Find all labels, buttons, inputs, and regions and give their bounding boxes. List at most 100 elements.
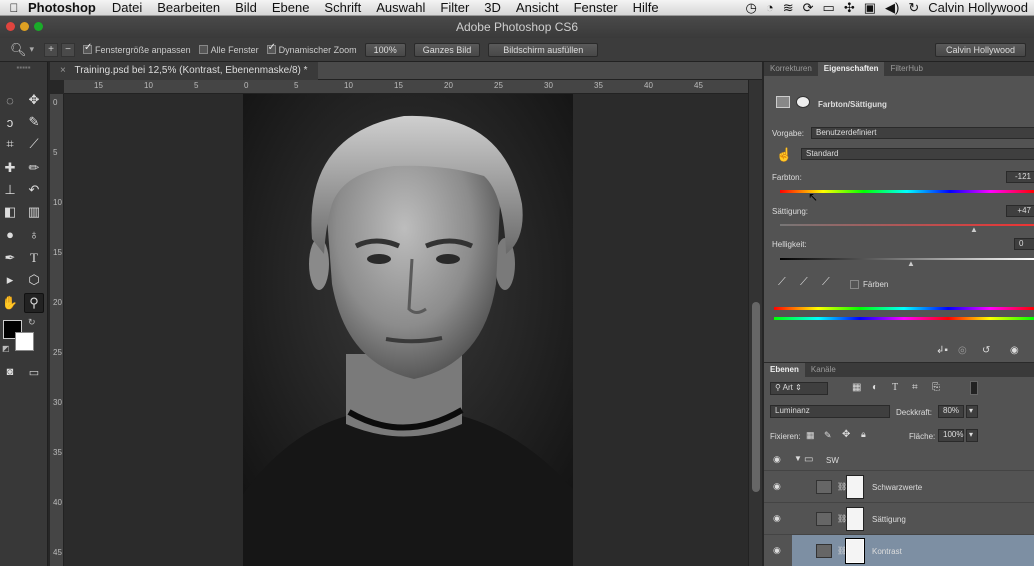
vertical-ruler[interactable]: 0 5 10 15 20 25 30 35 40 45 (50, 94, 64, 566)
eyedropper-tool-icon[interactable]: ⟋ (24, 134, 44, 154)
zoom-in-icon[interactable]: + (44, 42, 59, 57)
vertical-scrollbar[interactable] (748, 80, 762, 566)
tool-preset-dropdown-icon[interactable]: ▾ (30, 44, 35, 55)
blur-tool-icon[interactable]: ● (0, 224, 20, 244)
path-selection-tool-icon[interactable]: ▸ (0, 270, 20, 290)
lock-position-icon[interactable]: ✥ (842, 429, 850, 440)
lightness-value-field[interactable]: 0 (1014, 238, 1034, 250)
layer-name[interactable]: Kontrast (872, 547, 902, 556)
volume-icon[interactable]: ◀) (885, 0, 899, 15)
eyedropper-sample-icon[interactable]: ⟋ (778, 276, 786, 289)
layer-name[interactable]: Schwarzwerte (872, 483, 922, 492)
swap-colors-icon[interactable]: ↻ (28, 317, 36, 328)
targeted-adjustment-hand-icon[interactable]: ☝ (776, 147, 792, 163)
fill-field[interactable]: 100% (938, 429, 964, 442)
minimize-window-icon[interactable] (20, 22, 29, 31)
gradient-tool-icon[interactable]: ▥ (24, 202, 44, 222)
layer-mask-thumbnail[interactable] (845, 538, 865, 564)
dodge-tool-icon[interactable]: ♁ (24, 224, 44, 244)
crop-tool-icon[interactable]: ⌗ (0, 134, 20, 154)
document-tab[interactable]: × Training.psd bei 12,5% (Kontrast, Eben… (50, 62, 318, 80)
flag-icon[interactable]: ▣ (864, 0, 876, 15)
menu-fenster[interactable]: Fenster (574, 0, 618, 15)
tools-grip[interactable]: ▪▪▪▪▪ (0, 62, 47, 72)
tab-kanaele[interactable]: Kanäle (805, 363, 842, 377)
view-previous-icon[interactable]: ◎ (958, 345, 967, 356)
visibility-eye-icon[interactable]: ◉ (773, 454, 785, 464)
menu-bild[interactable]: Bild (235, 0, 257, 15)
saturation-slider-track[interactable] (780, 224, 1034, 226)
quick-mask-icon[interactable]: ◙ (0, 362, 20, 382)
layer-mask-thumbnail[interactable] (846, 507, 864, 531)
menu-datei[interactable]: Datei (112, 0, 142, 15)
opacity-slider-toggle[interactable]: ▾ (966, 405, 978, 418)
healing-brush-tool-icon[interactable]: ✚ (0, 158, 20, 178)
zoom-window-icon[interactable] (34, 22, 43, 31)
horizontal-ruler[interactable]: 15 10 5 0 5 10 15 20 25 30 35 40 45 (64, 80, 748, 94)
visibility-eye-icon[interactable]: ◉ (773, 513, 785, 523)
eraser-tool-icon[interactable]: ◧ (0, 202, 20, 222)
visibility-eye-icon[interactable]: ◉ (773, 481, 785, 491)
sync-icon[interactable]: ⟳ (803, 0, 814, 15)
close-document-icon[interactable]: × (60, 65, 66, 76)
refresh-icon[interactable]: ↻ (908, 0, 919, 15)
hand-tool-icon[interactable]: ✋ (0, 293, 20, 313)
display-icon[interactable]: ▭ (823, 0, 835, 15)
menu-filter[interactable]: Filter (440, 0, 469, 15)
network-icon[interactable]: ✣ (844, 0, 855, 15)
timemachine-icon[interactable]: ◔ (766, 0, 774, 15)
zoom-out-icon[interactable]: − (61, 42, 76, 57)
scrollbar-thumb[interactable] (752, 302, 760, 492)
toggle-visibility-icon[interactable]: ◉ (1010, 345, 1019, 356)
tab-eigenschaften[interactable]: Eigenschaften (817, 62, 885, 76)
clone-stamp-tool-icon[interactable]: ⊥ (0, 180, 20, 200)
fill-screen-button[interactable]: Bildschirm ausfüllen (488, 42, 599, 57)
menu-app-name[interactable]: Photoshop (28, 0, 96, 15)
menu-ansicht[interactable]: Ansicht (516, 0, 559, 15)
preset-dropdown[interactable]: Benutzerdefiniert (811, 127, 1034, 139)
lock-pixels-icon[interactable]: ✎ (824, 430, 832, 441)
menu-hilfe[interactable]: Hilfe (633, 0, 659, 15)
hue-value-field[interactable]: -121 (1006, 171, 1034, 183)
close-window-icon[interactable] (6, 22, 15, 31)
menu-ebene[interactable]: Ebene (272, 0, 310, 15)
zoom-tool-icon[interactable]: 🔍︎ (10, 42, 27, 58)
eyedropper-plus-icon[interactable]: ⟋ (800, 276, 808, 289)
marquee-tool-icon[interactable]: ◌ (0, 90, 20, 110)
layer-row[interactable]: ◉ ⛓ Schwarzwerte (764, 471, 1034, 503)
tab-filterhub[interactable]: FilterHub (884, 62, 928, 76)
lock-transparency-icon[interactable]: ▦ (806, 430, 815, 441)
filter-pixel-icon[interactable]: ▦ (852, 382, 861, 393)
visibility-eye-icon[interactable]: ◉ (773, 545, 785, 555)
filter-toggle-switch[interactable] (970, 381, 978, 395)
saturation-value-field[interactable]: +47 (1006, 205, 1034, 217)
filter-smartobject-icon[interactable]: ⎘ (932, 382, 940, 393)
clip-to-layer-icon[interactable]: ↲▪ (936, 345, 948, 356)
type-tool-icon[interactable]: T (24, 248, 44, 268)
zoom-tool-selected-icon[interactable]: ⚲ (24, 293, 44, 313)
pen-tool-icon[interactable]: ✒ (0, 248, 20, 268)
layer-name[interactable]: Sättigung (872, 515, 906, 524)
background-color-swatch[interactable] (15, 332, 34, 351)
group-disclosure-icon[interactable]: ▼ (794, 454, 802, 463)
opacity-field[interactable]: 80% (938, 405, 964, 418)
fit-screen-button[interactable]: Ganzes Bild (413, 42, 481, 57)
lightness-slider-thumb[interactable]: ▲ (907, 259, 915, 268)
menu-user-name[interactable]: Calvin Hollywood (928, 0, 1028, 15)
layer-row[interactable]: ◉ ⛓ Sättigung (764, 503, 1034, 535)
layer-mask-thumbnail[interactable] (846, 475, 864, 499)
apple-icon[interactable]:  (0, 1, 28, 15)
history-brush-tool-icon[interactable]: ↶ (24, 180, 44, 200)
default-colors-icon[interactable]: ◩ (2, 344, 10, 353)
menu-bearbeiten[interactable]: Bearbeiten (157, 0, 220, 15)
layer-row-selected[interactable]: ◉ ⛓ Kontrast (764, 535, 1034, 566)
lock-all-icon[interactable]: 🔒︎ (861, 429, 866, 440)
menu-auswahl[interactable]: Auswahl (376, 0, 425, 15)
saturation-slider-thumb[interactable]: ▲ (970, 225, 978, 234)
filter-adjustment-icon[interactable]: ◐ (872, 382, 878, 393)
brush-tool-icon[interactable]: ✏ (24, 158, 44, 178)
menu-3d[interactable]: 3D (484, 0, 501, 15)
zoom-100-button[interactable]: 100% (364, 42, 406, 57)
filter-shape-icon[interactable]: ⌗ (912, 382, 918, 393)
fill-slider-toggle[interactable]: ▾ (966, 429, 978, 442)
